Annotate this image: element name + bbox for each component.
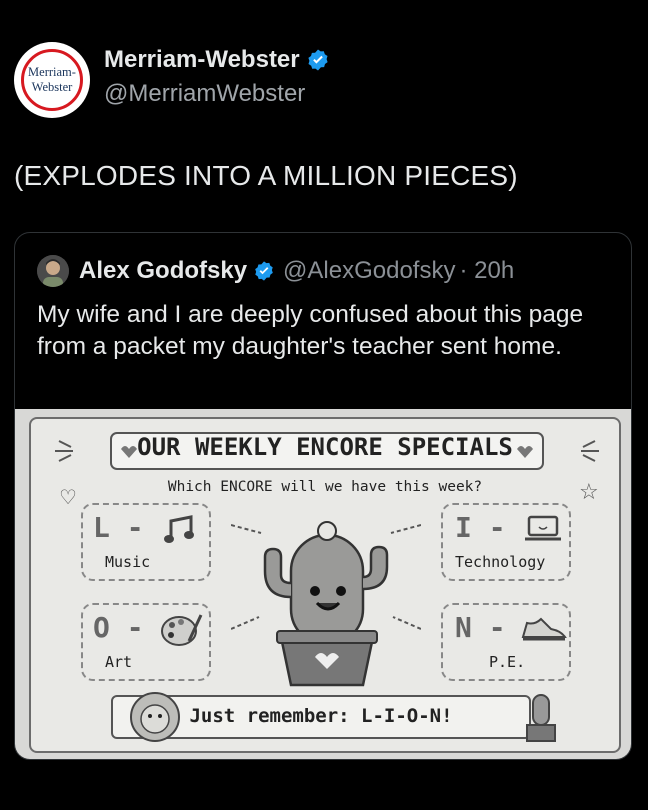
author-names: Merriam-Webster @MerriamWebster <box>104 46 330 108</box>
logo-line-2: Webster <box>31 80 73 94</box>
merriam-webster-logo: Merriam- Webster <box>21 49 83 111</box>
verified-badge-icon <box>255 261 273 281</box>
quoted-timestamp[interactable]: · 20h <box>459 257 514 285</box>
tile-letter-o: O - <box>93 611 144 644</box>
author-display-name[interactable]: Merriam-Webster <box>104 46 330 74</box>
worksheet-page: OUR WEEKLY ENCORE SPECIALS Which ENCORE … <box>29 417 621 753</box>
tile-label-art: Art <box>105 653 133 671</box>
quoted-tweet-text: My wife and I are deeply confused about … <box>37 301 584 360</box>
tile-technology: I - Technology <box>441 503 571 581</box>
quoted-handle[interactable]: @AlexGodofsky <box>283 257 455 285</box>
tile-label-technology: Technology <box>455 553 546 571</box>
music-note-icon <box>164 515 194 543</box>
tile-pe: N - P.E. <box>441 603 571 681</box>
tile-letter-l: L - <box>93 511 144 544</box>
quoted-tweet-header: Alex Godofsky @AlexGodofsky · 20h <box>37 255 514 287</box>
author-avatar[interactable]: Merriam- Webster <box>14 42 90 118</box>
quoted-author-avatar[interactable] <box>37 255 69 287</box>
tile-letter-i: I - <box>455 511 506 544</box>
small-cactus-icon <box>526 694 556 742</box>
tile-letter-n: N - <box>455 611 506 644</box>
quoted-display-name[interactable]: Alex Godofsky <box>79 257 247 285</box>
worksheet-subtitle: Which ENCORE will we have this week? <box>167 479 483 495</box>
quoted-tweet[interactable]: Alex Godofsky @AlexGodofsky · 20h My wif… <box>14 232 632 760</box>
tile-label-pe: P.E. <box>489 653 526 671</box>
palette-icon <box>161 614 203 646</box>
person-avatar-icon <box>37 255 69 287</box>
tweet-text: (EXPLODES INTO A MILLION PIECES) <box>14 160 518 191</box>
sneaker-icon <box>521 617 567 641</box>
author-display-name-text: Merriam-Webster <box>104 46 300 73</box>
lion-face-icon <box>130 692 180 742</box>
heart-doodle-icon: ♡ <box>59 487 77 509</box>
verified-badge-icon <box>308 49 328 71</box>
tile-music: L - Music <box>81 503 211 581</box>
tweet-header: Merriam- Webster Merriam-Webster @Merria… <box>14 42 330 118</box>
cactus-mascot-icon <box>231 521 421 687</box>
logo-line-1: Merriam- <box>28 65 76 79</box>
worksheet-photo[interactable]: OUR WEEKLY ENCORE SPECIALS Which ENCORE … <box>15 409 631 759</box>
laptop-icon <box>525 515 561 541</box>
tile-art: O - Art <box>81 603 211 681</box>
worksheet-title: OUR WEEKLY ENCORE SPECIALS <box>137 433 513 461</box>
star-doodle-icon: ☆ <box>579 479 599 504</box>
tile-label-music: Music <box>105 553 151 571</box>
author-handle[interactable]: @MerriamWebster <box>104 80 330 108</box>
